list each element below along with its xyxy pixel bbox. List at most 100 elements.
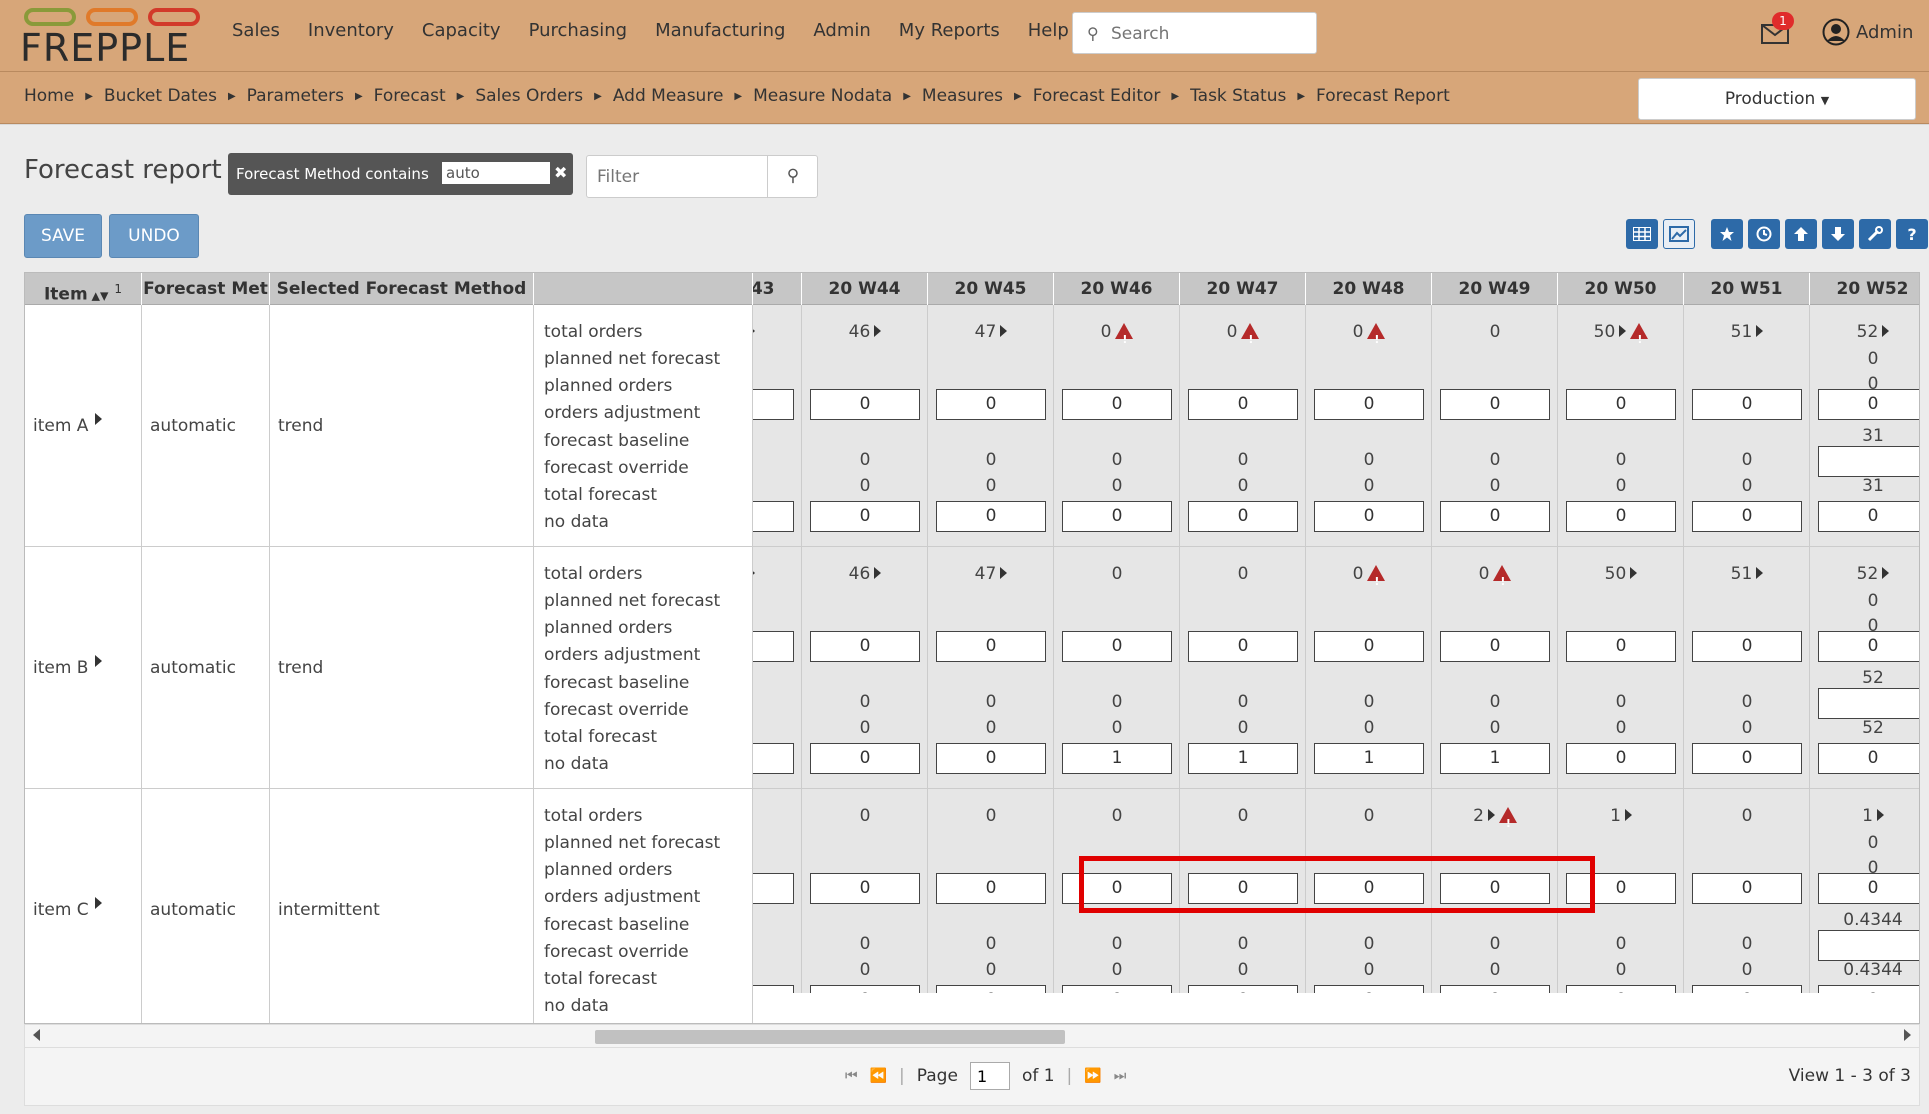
search-box[interactable]: ⚲ (1072, 12, 1317, 54)
total-orders-text[interactable]: 1 (1862, 806, 1873, 826)
drilldown-arrow-icon[interactable] (1000, 567, 1008, 579)
breadcrumb-task-status[interactable]: Task Status (1190, 86, 1286, 106)
no-data-input[interactable]: 0 (1818, 501, 1919, 532)
total-orders-text[interactable]: 50 (1594, 322, 1616, 342)
orders-adjustment-input[interactable]: 0 (753, 873, 794, 904)
no-data-input[interactable]: 0 (936, 985, 1046, 993)
filter-input[interactable] (595, 165, 765, 189)
no-data-input[interactable]: 0 (1692, 501, 1802, 532)
orders-adjustment-input[interactable]: 0 (1440, 631, 1550, 662)
orders-adjustment-input[interactable]: 0 (1566, 873, 1676, 904)
orders-adjustment-input[interactable]: 0 (753, 389, 794, 420)
chart-view-icon[interactable] (1663, 219, 1695, 249)
warning-icon[interactable] (1115, 323, 1134, 353)
no-data-input[interactable]: 0 (1692, 743, 1802, 774)
drilldown-arrow-icon[interactable] (1756, 325, 1764, 337)
orders-adjustment-input[interactable]: 0 (1314, 389, 1424, 420)
drilldown-arrow-icon[interactable] (1882, 325, 1890, 337)
scroll-left-icon[interactable] (33, 1029, 40, 1041)
warning-icon[interactable] (1241, 323, 1260, 353)
column-header-week[interactable]: 20 W47 (1180, 273, 1306, 305)
column-header-week[interactable]: 20 W48 (1306, 273, 1432, 305)
no-data-input[interactable]: 0 (1566, 501, 1676, 532)
no-data-input[interactable]: 0 (1188, 501, 1298, 532)
no-data-input[interactable]: 0 (1062, 501, 1172, 532)
item-cell-text[interactable]: item A (33, 416, 88, 436)
last-page-icon[interactable]: ⏭ (1114, 1068, 1127, 1084)
item-menu-icon[interactable] (95, 655, 102, 667)
item-cell-text[interactable]: item C (33, 900, 89, 920)
total-orders-text[interactable]: 1 (1610, 806, 1621, 826)
drilldown-arrow-icon[interactable] (1000, 325, 1008, 337)
orders-adjustment-input[interactable]: 0 (1188, 873, 1298, 904)
orders-adjustment-input[interactable]: 0 (1314, 631, 1424, 662)
total-orders-text[interactable]: 0 (1353, 322, 1364, 342)
total-orders-text[interactable]: 46 (849, 322, 871, 342)
filter-chip[interactable]: Forecast Method contains ✖ (228, 153, 573, 195)
menu-my-reports[interactable]: My Reports (899, 20, 1000, 41)
prev-page-icon[interactable]: ⏪ (870, 1068, 887, 1084)
orders-adjustment-input[interactable]: 0 (1062, 873, 1172, 904)
drilldown-arrow-icon[interactable] (874, 567, 882, 579)
grid-view-icon[interactable] (1626, 219, 1658, 249)
total-orders-text[interactable]: 0 (1112, 806, 1123, 826)
orders-adjustment-input[interactable]: 0 (1818, 873, 1919, 904)
no-data-input[interactable]: 0 (753, 985, 794, 993)
breadcrumb-add-measure[interactable]: Add Measure (613, 86, 724, 106)
orders-adjustment-input[interactable]: 0 (1566, 631, 1676, 662)
menu-admin[interactable]: Admin (813, 20, 870, 41)
orders-adjustment-input[interactable]: 0 (1818, 631, 1919, 662)
menu-capacity[interactable]: Capacity (422, 20, 501, 41)
column-header-week[interactable]: 20 W43 (753, 273, 802, 305)
import-icon[interactable] (1822, 219, 1854, 249)
no-data-input[interactable]: 0 (810, 985, 920, 993)
column-header-week[interactable]: 20 W50 (1558, 273, 1684, 305)
total-orders-text[interactable]: 0 (1112, 564, 1123, 584)
warning-icon[interactable] (1493, 565, 1512, 595)
menu-manufacturing[interactable]: Manufacturing (655, 20, 785, 41)
orders-adjustment-input[interactable]: 0 (1314, 873, 1424, 904)
breadcrumb-home[interactable]: Home (24, 86, 74, 106)
no-data-input[interactable]: 0 (753, 743, 794, 774)
drilldown-arrow-icon[interactable] (874, 325, 882, 337)
column-header-week[interactable]: 20 W51 (1684, 273, 1810, 305)
total-orders-text[interactable]: 47 (975, 322, 997, 342)
warning-icon[interactable] (1367, 565, 1386, 595)
menu-inventory[interactable]: Inventory (308, 20, 394, 41)
orders-adjustment-input[interactable]: 0 (810, 873, 920, 904)
no-data-input[interactable]: 0 (1314, 985, 1424, 993)
orders-adjustment-input[interactable]: 0 (1188, 389, 1298, 420)
orders-adjustment-input[interactable]: 0 (1692, 631, 1802, 662)
drilldown-arrow-icon[interactable] (1624, 809, 1632, 821)
orders-adjustment-input[interactable]: 0 (1440, 873, 1550, 904)
drilldown-arrow-icon[interactable] (753, 325, 756, 337)
help-icon[interactable]: ? (1896, 219, 1928, 249)
column-header-week[interactable]: 20 W46 (1054, 273, 1180, 305)
remove-filter-icon[interactable]: ✖ (554, 163, 567, 182)
item-cell-text[interactable]: item B (33, 658, 88, 678)
item-menu-icon[interactable] (95, 413, 102, 425)
no-data-input[interactable]: 0 (1440, 985, 1550, 993)
drilldown-arrow-icon[interactable] (1619, 325, 1627, 337)
no-data-input[interactable]: 0 (753, 501, 794, 532)
warning-icon[interactable] (1498, 807, 1517, 837)
total-orders-text[interactable]: 50 (1605, 564, 1627, 584)
user-menu[interactable]: Admin (1822, 18, 1913, 46)
column-header-item[interactable]: Item ▲▼ 1 (25, 273, 142, 305)
drilldown-arrow-icon[interactable] (1487, 809, 1495, 821)
page-input[interactable] (969, 1062, 1010, 1090)
orders-adjustment-input[interactable]: 0 (936, 631, 1046, 662)
next-page-icon[interactable]: ⏩ (1084, 1068, 1101, 1084)
no-data-input[interactable]: 0 (1440, 501, 1550, 532)
breadcrumb-measures[interactable]: Measures (922, 86, 1003, 106)
total-orders-text[interactable]: 0 (860, 806, 871, 826)
no-data-input[interactable]: 0 (936, 501, 1046, 532)
no-data-input[interactable]: 0 (1692, 985, 1802, 993)
orders-adjustment-input[interactable]: 0 (1692, 389, 1802, 420)
drilldown-arrow-icon[interactable] (1756, 567, 1764, 579)
column-header-week[interactable]: 20 W45 (928, 273, 1054, 305)
configure-icon[interactable] (1859, 219, 1891, 249)
scenario-select[interactable]: Production ▼ (1638, 78, 1916, 120)
drilldown-arrow-icon[interactable] (1876, 809, 1884, 821)
no-data-input[interactable]: 0 (1062, 985, 1172, 993)
